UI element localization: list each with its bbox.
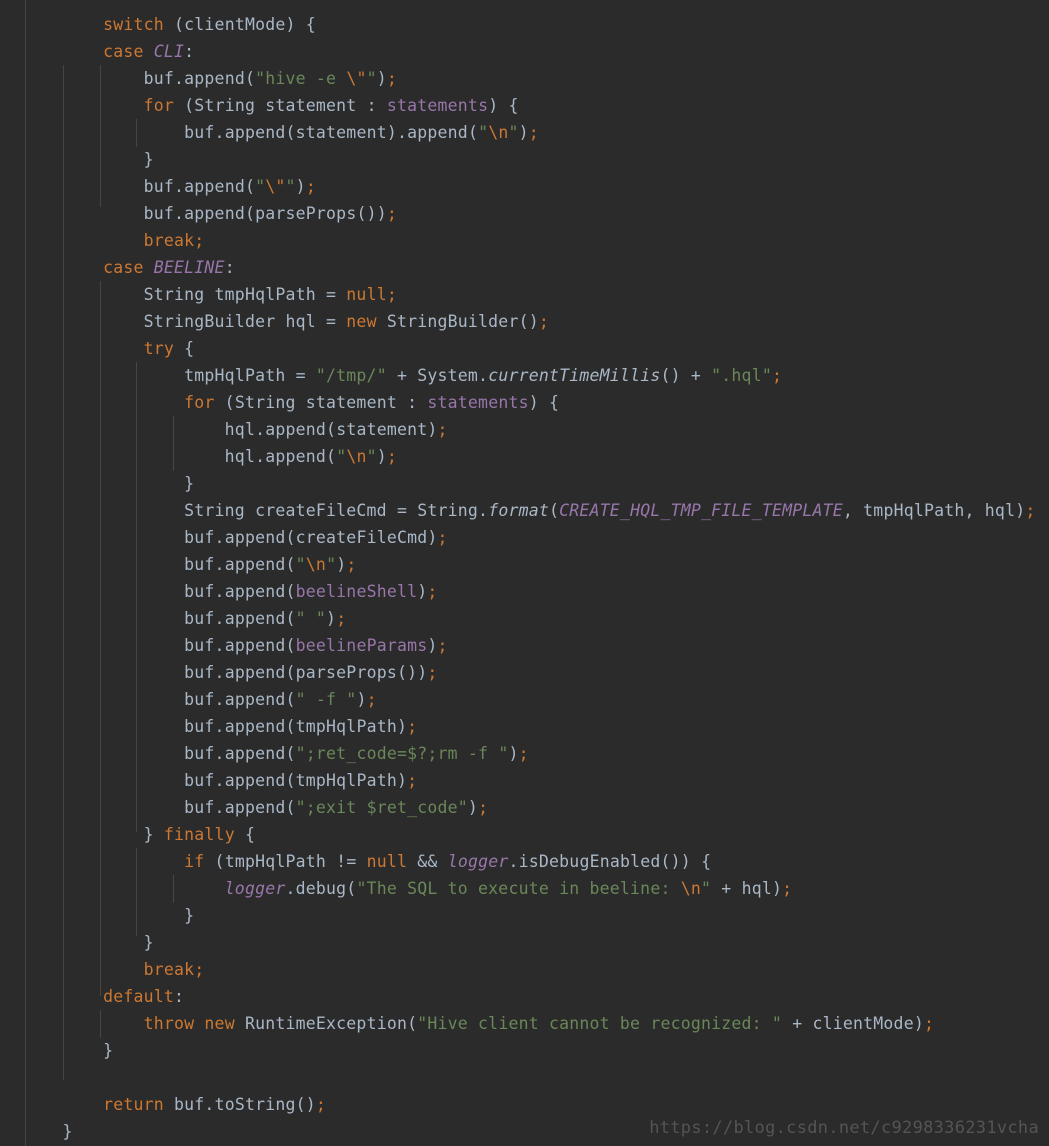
code-line: switch (clientMode) { bbox=[22, 15, 316, 34]
code-line: buf.append(statement).append("\n"); bbox=[22, 123, 539, 142]
code-line: } bbox=[22, 150, 154, 169]
code-line: } bbox=[22, 474, 195, 493]
code-line: buf.append(";exit $ret_code"); bbox=[22, 798, 489, 817]
code-editor-pane[interactable]: switch (clientMode) { case CLI: buf.appe… bbox=[0, 0, 1049, 1146]
code-line: default: bbox=[22, 987, 185, 1006]
code-line: logger.debug("The SQL to execute in beel… bbox=[22, 879, 793, 898]
code-line: tmpHqlPath = "/tmp/" + System.currentTim… bbox=[22, 366, 783, 385]
code-line: case CLI: bbox=[22, 42, 195, 61]
code-line: String tmpHqlPath = null; bbox=[22, 285, 397, 304]
code-line: hql.append("\n"); bbox=[22, 447, 398, 466]
code-line: buf.append("\n"); bbox=[22, 555, 357, 574]
code-line: buf.append(tmpHqlPath); bbox=[22, 771, 418, 790]
code-line: throw new RuntimeException("Hive client … bbox=[22, 1014, 935, 1033]
code-line: try { bbox=[22, 339, 195, 358]
code-line: if (tmpHqlPath != null && logger.isDebug… bbox=[22, 852, 712, 871]
code-line: String createFileCmd = String.format(CRE… bbox=[22, 501, 1036, 520]
code-line: buf.append(parseProps()); bbox=[22, 663, 438, 682]
csdn-blog-watermark: https://blog.csdn.net/c9298336231vcha bbox=[649, 1118, 1039, 1138]
code-line: case BEELINE: bbox=[22, 258, 235, 277]
code-line: buf.append(" "); bbox=[22, 609, 347, 628]
code-line: } bbox=[22, 1041, 114, 1060]
code-line: } finally { bbox=[22, 825, 256, 844]
code-line: buf.append(beelineParams); bbox=[22, 636, 448, 655]
code-line: buf.append("hive -e \""); bbox=[22, 69, 398, 88]
code-line: buf.append(beelineShell); bbox=[22, 582, 438, 601]
code-line: for (String statement : statements) { bbox=[22, 96, 519, 115]
code-line: } bbox=[22, 933, 154, 952]
code-line: buf.append("\""); bbox=[22, 177, 316, 196]
code-line: break; bbox=[22, 960, 205, 979]
code-line: hql.append(statement); bbox=[22, 420, 448, 439]
code-line: break; bbox=[22, 231, 205, 250]
code-line: } bbox=[22, 906, 195, 925]
code-line: for (String statement : statements) { bbox=[22, 393, 560, 412]
code-line: buf.append(" -f "); bbox=[22, 690, 377, 709]
code-line: buf.append(tmpHqlPath); bbox=[22, 717, 418, 736]
code-line: buf.append(";ret_code=$?;rm -f "); bbox=[22, 744, 529, 763]
code-lines-container: switch (clientMode) { case CLI: buf.appe… bbox=[0, 11, 1049, 1145]
code-line: StringBuilder hql = new StringBuilder(); bbox=[22, 312, 549, 331]
code-line: return buf.toString(); bbox=[22, 1095, 327, 1114]
code-line: buf.append(createFileCmd); bbox=[22, 528, 448, 547]
code-line: buf.append(parseProps()); bbox=[22, 204, 397, 223]
